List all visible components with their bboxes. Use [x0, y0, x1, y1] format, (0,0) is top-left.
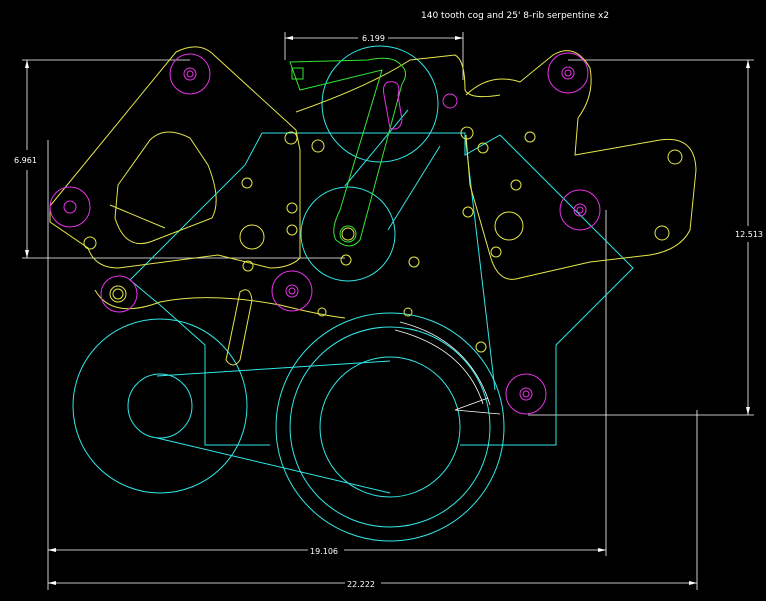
- upper-cog-belt: [344, 109, 441, 231]
- belt-wrap-detail: [394, 321, 501, 415]
- dim-top-label: 6.199: [362, 34, 385, 43]
- crank-pulley-outer: [275, 312, 505, 542]
- dim-bottom-outer-label: 22.222: [347, 580, 375, 589]
- middle-idler-pulley: [300, 186, 396, 282]
- annotation-note: 140 tooth cog and 25' 8-rib serpentine x…: [421, 11, 609, 21]
- cad-drawing-canvas: 140 tooth cog and 25' 8-rib serpentine x…: [14, 11, 766, 590]
- upper-cog-pulley: [321, 45, 439, 163]
- dim-left-label: 6.961: [14, 156, 37, 165]
- pulleys: [72, 45, 505, 542]
- idler-centers: [49, 52, 601, 415]
- dimension-arrows: [25, 36, 750, 585]
- dim-bottom-inner-label: 19.106: [310, 547, 338, 556]
- lower-serpentine-belt: [156, 360, 391, 494]
- crank-pulley-hub: [319, 356, 461, 498]
- yellow-bolt-holes: [83, 126, 683, 353]
- dim-right-label: 12.513: [735, 230, 763, 239]
- left-pulley-inner: [127, 373, 193, 439]
- main-bracket-outline: [129, 132, 634, 446]
- left-pulley-outer: [72, 318, 248, 494]
